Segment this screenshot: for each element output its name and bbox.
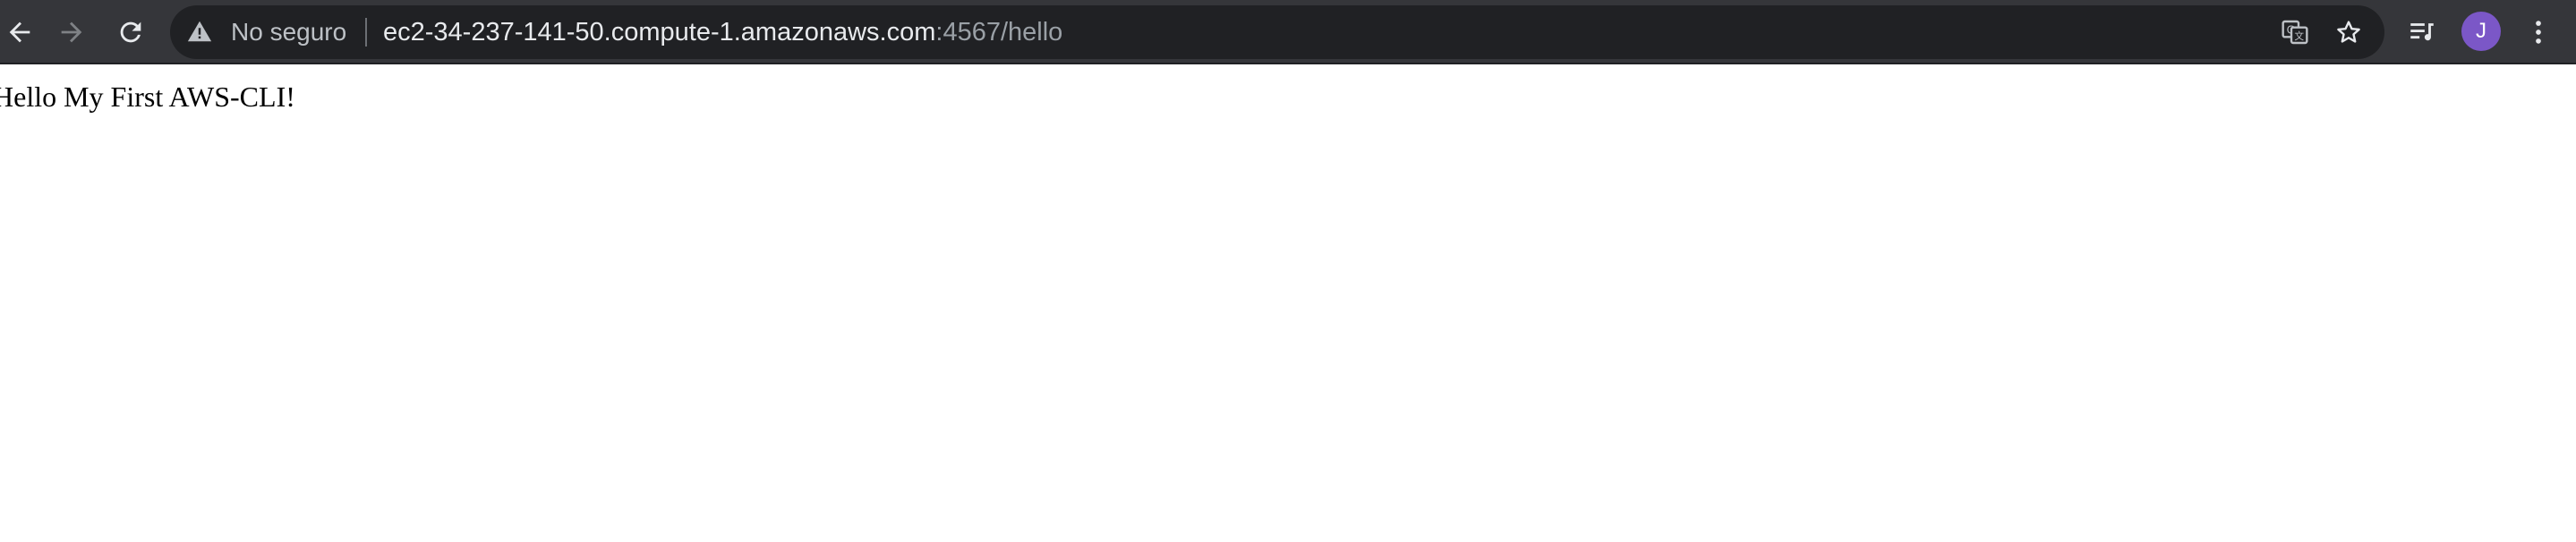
translate-icon[interactable]: G 文 bbox=[2281, 18, 2309, 47]
url-text[interactable]: ec2-34-237-141-50.compute-1.amazonaws.co… bbox=[383, 16, 1062, 48]
url-path: :4567/hello bbox=[935, 18, 1063, 47]
more-vertical-icon bbox=[2536, 21, 2541, 44]
page-body-text: Hello My First AWS-CLI! bbox=[0, 80, 295, 113]
media-queue-icon bbox=[2410, 23, 2434, 41]
omnibox-divider bbox=[365, 18, 367, 47]
forward-arrow-icon bbox=[61, 21, 82, 43]
reload-icon bbox=[120, 21, 141, 43]
svg-text:文: 文 bbox=[2294, 30, 2304, 42]
profile-avatar[interactable]: J bbox=[2461, 12, 2501, 51]
reload-button[interactable] bbox=[111, 13, 150, 52]
browser-toolbar: No seguro ec2-34-237-141-50.compute-1.am… bbox=[0, 0, 2576, 64]
address-bar[interactable]: No seguro ec2-34-237-141-50.compute-1.am… bbox=[170, 5, 2384, 59]
warning-triangle-icon[interactable] bbox=[186, 18, 213, 45]
menu-button[interactable] bbox=[2522, 16, 2555, 48]
page-content: Hello My First AWS-CLI! bbox=[0, 64, 2576, 542]
media-queue-button[interactable] bbox=[2406, 16, 2438, 48]
star-icon[interactable] bbox=[2334, 18, 2363, 47]
back-arrow-icon bbox=[9, 21, 30, 43]
forward-button[interactable] bbox=[52, 13, 91, 52]
back-button[interactable] bbox=[0, 13, 39, 52]
security-status-label[interactable]: No seguro bbox=[231, 16, 346, 48]
url-host: ec2-34-237-141-50.compute-1.amazonaws.co… bbox=[383, 18, 936, 47]
